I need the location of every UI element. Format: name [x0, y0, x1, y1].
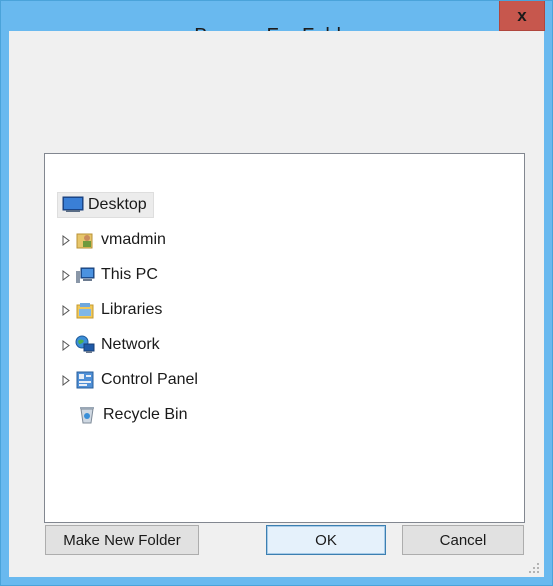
tree-item-label: Recycle Bin [103, 406, 188, 423]
tree-item-label: Control Panel [101, 371, 198, 388]
tree-item-label: Network [101, 336, 160, 353]
resize-grip-icon[interactable] [528, 561, 540, 573]
title-bar[interactable]: Browse For Folder x [1, 1, 552, 47]
make-new-folder-button[interactable]: Make New Folder [45, 525, 199, 555]
network-icon [75, 335, 95, 355]
tree-item-libraries[interactable]: Libraries [61, 297, 162, 323]
expand-arrow-icon[interactable] [61, 268, 71, 282]
tree-item-vmadmin[interactable]: vmadmin [61, 227, 166, 253]
tree-item-network[interactable]: Network [61, 332, 160, 358]
tree-item-label: Desktop [88, 196, 147, 213]
recycle-bin-icon [77, 405, 97, 425]
ok-button[interactable]: OK [266, 525, 386, 555]
tree-item-recycle-bin[interactable]: Recycle Bin [77, 402, 187, 428]
expand-arrow-icon[interactable] [61, 233, 71, 247]
tree-item-control-panel[interactable]: Control Panel [61, 367, 198, 393]
tree-item-label: vmadmin [101, 231, 166, 248]
cancel-button[interactable]: Cancel [402, 525, 524, 555]
close-icon: x [517, 5, 527, 25]
computer-icon [75, 265, 95, 285]
dialog-client-area: Desktop vmadmin This PC Libraries Networ… [9, 31, 544, 577]
browse-for-folder-dialog: Browse For Folder x Desktop [0, 0, 553, 586]
control-panel-icon [75, 370, 95, 390]
tree-item-label: Libraries [101, 301, 163, 318]
libraries-icon [75, 300, 95, 320]
user-folder-icon [75, 230, 95, 250]
close-button[interactable]: x [499, 1, 545, 31]
folder-tree-view[interactable]: Desktop vmadmin This PC Libraries Networ… [44, 153, 525, 523]
expand-arrow-icon[interactable] [61, 303, 71, 317]
tree-item-desktop[interactable]: Desktop [57, 192, 154, 218]
expand-arrow-icon[interactable] [61, 373, 71, 387]
tree-item-label: This PC [101, 266, 158, 283]
expand-arrow-icon[interactable] [61, 338, 71, 352]
tree-item-this-pc[interactable]: This PC [61, 262, 158, 288]
desktop-icon [62, 195, 84, 215]
